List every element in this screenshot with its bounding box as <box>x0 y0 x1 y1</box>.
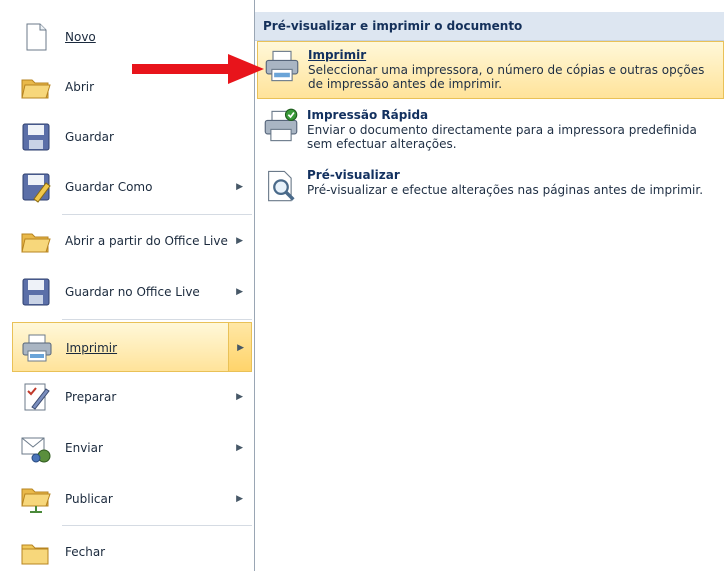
prepare-icon <box>24 383 50 411</box>
open-folder-icon <box>21 233 51 253</box>
menu-item-preparar[interactable]: Preparar ▶ <box>12 372 252 422</box>
menu-item-fechar[interactable]: Fechar <box>12 527 252 577</box>
send-icon <box>21 437 51 463</box>
option-impressao-rapida[interactable]: Impressão Rápida Enviar o documento dire… <box>257 102 724 160</box>
menu-item-guardar-office-live[interactable]: Guardar no Office Live ▶ <box>12 267 252 317</box>
menu-item-label: Guardar Como <box>65 180 153 194</box>
office-menu-left-pane: Novo Abrir Guardar Guardar Como ▶ Abrir … <box>0 0 255 571</box>
menu-item-enviar[interactable]: Enviar ▶ <box>12 423 252 473</box>
submenu-arrow-icon: ▶ <box>236 494 243 504</box>
option-title: Imprimir <box>308 48 367 62</box>
submenu-arrow-icon: ▶ <box>237 343 244 353</box>
print-submenu-pane: Pré-visualizar e imprimir o documento Im… <box>255 0 724 571</box>
annotation-arrow-icon <box>132 54 264 84</box>
menu-item-label: Guardar <box>65 130 114 144</box>
option-description: Seleccionar uma impressora, o número de … <box>308 63 705 91</box>
option-description: Pré-visualizar e efectue alterações nas … <box>307 183 704 197</box>
menu-separator <box>62 214 252 215</box>
submenu-header: Pré-visualizar e imprimir o documento <box>255 12 724 41</box>
save-disk-icon <box>22 123 50 151</box>
menu-item-guardar-como[interactable]: Guardar Como ▶ <box>12 162 252 212</box>
close-folder-icon <box>21 544 49 565</box>
submenu-arrow-icon: ▶ <box>236 392 243 402</box>
option-imprimir[interactable]: Imprimir Seleccionar uma impressora, o n… <box>257 41 724 99</box>
publish-icon <box>21 488 51 513</box>
menu-separator <box>62 525 252 526</box>
menu-separator <box>62 319 252 320</box>
menu-item-abrir-office-live[interactable]: Abrir a partir do Office Live ▶ <box>12 216 252 266</box>
option-title: Pré-visualizar <box>307 168 400 182</box>
menu-item-guardar[interactable]: Guardar <box>12 112 252 162</box>
option-description: Enviar o documento directamente para a i… <box>307 123 697 151</box>
option-pre-visualizar[interactable]: Pré-visualizar Pré-visualizar e efectue … <box>257 162 724 208</box>
submenu-arrow-icon: ▶ <box>236 443 243 453</box>
menu-item-label: Imprimir <box>66 341 118 355</box>
menu-item-label: Guardar no Office Live <box>65 285 200 299</box>
menu-item-label: Publicar <box>65 492 113 506</box>
submenu-arrow-icon: ▶ <box>236 236 243 246</box>
menu-item-label: Abrir <box>65 80 95 94</box>
new-document-icon <box>26 23 47 51</box>
menu-item-label: Fechar <box>65 545 106 559</box>
menu-item-publicar[interactable]: Publicar ▶ <box>12 474 252 524</box>
printer-icon <box>265 50 299 82</box>
option-title: Impressão Rápida <box>307 108 429 122</box>
save-as-icon <box>22 173 51 203</box>
submenu-arrow-icon: ▶ <box>236 182 243 192</box>
open-folder-icon <box>21 79 51 99</box>
print-preview-icon <box>268 170 295 202</box>
quick-print-icon <box>264 108 298 142</box>
menu-item-label: Preparar <box>65 390 117 404</box>
save-disk-icon <box>22 278 50 306</box>
menu-item-imprimir[interactable]: Imprimir ▶ <box>12 322 252 372</box>
submenu-header-title: Pré-visualizar e imprimir o documento <box>263 19 523 33</box>
printer-icon <box>22 334 52 362</box>
menu-item-label: Novo <box>65 30 96 44</box>
submenu-arrow-icon: ▶ <box>236 287 243 297</box>
menu-item-label: Enviar <box>65 441 103 455</box>
menu-item-label: Abrir a partir do Office Live <box>65 234 228 248</box>
